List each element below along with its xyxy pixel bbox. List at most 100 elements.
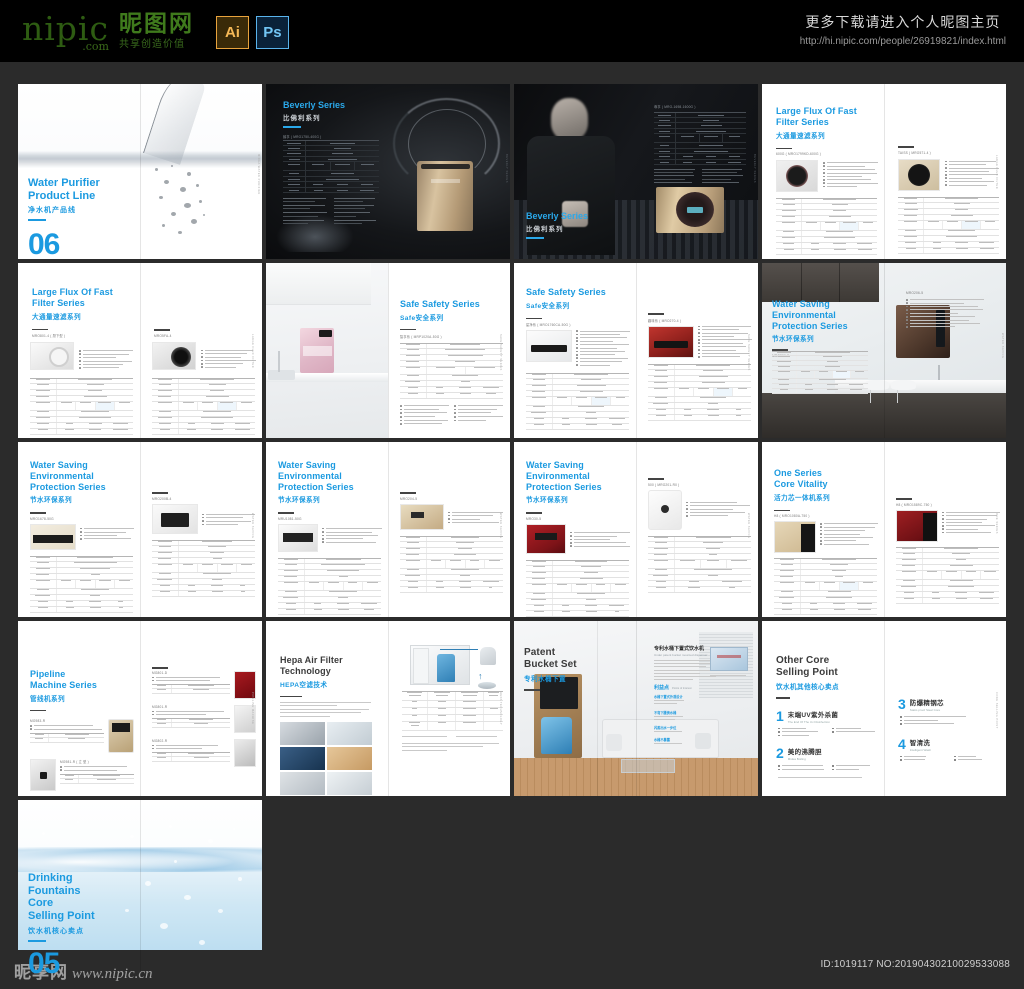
spread-large-flux-fast-filter-b[interactable]: Large Flux Of Fast Filter Series 大通量速滤系列… [18, 263, 262, 438]
model-label: MRO801-4 ( 厨下型 ) [32, 334, 66, 339]
illustrator-icon[interactable]: Ai [215, 16, 249, 50]
spread-beverly-series[interactable]: Beverly Series 比佛利系列 臻享 ( MRO1750-400G ) [266, 84, 510, 259]
spread-water-purifier-cover[interactable]: Water Purifier Product Line 净水机产品线 06 MI… [18, 84, 262, 259]
product-image [898, 158, 940, 191]
spread-pipeline-machine[interactable]: Pipeline Machine Series 管线机系列 MG983-R MG… [18, 621, 262, 796]
nipic-logo[interactable]: nipic .com [22, 12, 109, 52]
product-block [30, 342, 134, 371]
model-label: H8 ( MRO1080A-750 ) [774, 514, 810, 519]
model-label: 臻享 ( MRO1750-400G ) [283, 135, 322, 140]
site-footer: 昵享网 www.nipic.cn ID:1019117 NO:201904302… [0, 950, 1024, 989]
spread-title-cn: 比佛利系列 [283, 115, 321, 123]
spread-title-en-1: Large Flux Of Fast [776, 106, 857, 116]
point-number: 1 [776, 707, 784, 724]
page-gutter [388, 442, 389, 617]
product-image [30, 759, 56, 792]
title-block: Patent Bucket Set 专利水桶下置 [524, 647, 577, 691]
feature-list [201, 342, 256, 370]
spread-title-en: Beverly Series [283, 100, 346, 110]
feature-list [945, 159, 1000, 191]
cover-section-number: 05 [28, 946, 60, 975]
point-title-en: The End Of The Uv Disinfection [787, 719, 830, 724]
comparison-table [402, 691, 504, 731]
spread-title-cn: 饮水机其他核心卖点 [776, 684, 839, 691]
spread-large-flux-fast-filter-a[interactable]: Large Flux Of Fast Filter Series 大通量速滤系列… [762, 84, 1006, 259]
point-number: 4 [898, 735, 906, 752]
spread-water-saving-b[interactable]: Water Saving Environmental Protection Se… [266, 442, 510, 617]
model-label: MG983-R [30, 719, 46, 724]
product-block-2: MG981-R ( 立 型 ) [30, 759, 134, 792]
title-rule [30, 512, 46, 514]
selling-point-2-details [778, 765, 878, 771]
page-right: MRO200B-4 WATER SAVING [140, 442, 262, 617]
spread-other-core-selling-point[interactable]: Other Core Selling Point 饮水机其他核心卖点 1 末端U… [762, 621, 1006, 796]
spread-title-cn: 活力芯一体机系列 [774, 494, 830, 502]
product-image [648, 325, 694, 358]
page-right: 500 ( MRO201-R0 ) WATER SAVING [636, 442, 758, 617]
spread-patent-bucket-set[interactable]: Patent Bucket Set 专利水桶下置 专利水桶下置式饮水机 Unde… [514, 621, 758, 796]
promo-text: 更多下载请进入个人昵图主页 [805, 14, 1001, 31]
spec-table [400, 343, 504, 400]
selling-point-3: 3 防爆精钢芯 Static-proof Steel Core [898, 697, 1000, 712]
title-rule [283, 126, 301, 129]
spread-row-3: Water Saving Environmental Protection Se… [18, 442, 1008, 617]
promo-link[interactable]: http://hi.nipic.com/people/26919821/inde… [800, 35, 1006, 49]
spread-title-en-2: Machine Series [30, 679, 97, 690]
page-left: Other Core Selling Point 饮水机其他核心卖点 1 末端U… [762, 621, 884, 796]
side-imprint: HEPA TECHNOLOGY [499, 692, 502, 726]
selling-point-1-details [778, 727, 878, 737]
page-right: Safe Safety Series Safe安全系列 智享系 ( MRP102… [388, 263, 510, 438]
product-image [152, 341, 196, 370]
side-imprint: WATER SAVING [499, 513, 502, 539]
spec-table [776, 198, 878, 256]
software-badges: Ai Ps [215, 16, 289, 52]
model-label: H8 ( MRO1589C-750 ) [896, 502, 932, 507]
side-imprint: BEVERLY SERIES [505, 154, 508, 183]
product-image [896, 509, 938, 542]
spread-hepa-air-filter[interactable]: Hepa Air Filter Technology HEPA空滤技术 ↑ HE… [266, 621, 510, 796]
spread-water-saving-kitchen[interactable]: Water Saving Environmental Protection Se… [762, 263, 1006, 438]
title-block: Water Saving Environmental Protection Se… [30, 460, 134, 521]
spread-title-cn: 大通量速滤系列 [32, 313, 81, 321]
model-label: 尊享 ( MRO-1698-1600G ) [654, 105, 696, 109]
product-image [776, 160, 818, 193]
point-number: 2 [776, 745, 784, 762]
product-image [417, 161, 474, 231]
title-block: One Series Core Vitality 活力芯一体机系列 H8 ( M… [774, 468, 878, 518]
selling-point-4-details [900, 755, 1000, 761]
page-right: ↑ HEPA TECHNOLOGY [388, 621, 510, 796]
cover-title-line-4: Selling Point [28, 909, 95, 922]
spread-safe-safety-kitchen[interactable]: Safe Safety Series Safe安全系列 智享系 ( MRP102… [266, 263, 510, 438]
title-rule [400, 328, 416, 331]
spread-title-cn: 节水环保系列 [30, 497, 72, 505]
title-block: Safe Safety Series Safe安全系列 星净系 ( MRO176… [526, 287, 630, 327]
spec-table [30, 378, 134, 436]
page-gutter [636, 263, 637, 438]
title-rule [30, 709, 46, 712]
selling-point-3-details [900, 716, 1000, 725]
spread-one-series-core-vitality[interactable]: One Series Core Vitality 活力芯一体机系列 H8 ( M… [762, 442, 1006, 617]
spread-drinking-fountains-cover[interactable]: Drinking Fountains Core Selling Point 饮水… [18, 800, 262, 975]
photoshop-icon[interactable]: Ps [255, 16, 289, 50]
feature-list [448, 504, 504, 530]
side-imprint: LARGE FLUX FILTER [995, 155, 998, 190]
product-image [400, 503, 444, 530]
page-left: Large Flux Of Fast Filter Series 大通量速滤系列… [762, 84, 884, 259]
title-rule [152, 667, 168, 669]
asset-id-label: ID:1019117 NO:20190430210029533088 [820, 959, 1010, 970]
spread-beverly-portrait[interactable]: Beverly Series 比佛利系列 尊享 ( MRO-1698-1600G… [514, 84, 758, 259]
spread-title-en: Beverly Series [526, 210, 589, 221]
spread-title-cn: Safe安全系列 [526, 302, 570, 310]
promo-block[interactable]: 更多下载请进入个人昵图主页 http://hi.nipic.com/people… [800, 13, 1024, 48]
brand-chinese-name: 昵图网 [118, 9, 194, 36]
beverly-title-block: Beverly Series 比佛利系列 [526, 211, 588, 239]
feature-list [79, 342, 134, 370]
product-block-3: MG801-D [152, 670, 256, 699]
spread-water-saving-a[interactable]: Water Saving Environmental Protection Se… [18, 442, 262, 617]
title-rule [896, 498, 912, 500]
cover-title-line-1: Water Purifier [28, 177, 100, 189]
title-rule [152, 492, 168, 494]
spread-water-saving-c[interactable]: Water Saving Environmental Protection Se… [514, 442, 758, 617]
spread-safe-safety-spec[interactable]: Safe Safety Series Safe安全系列 星净系 ( MRO176… [514, 263, 758, 438]
product-image [526, 330, 572, 363]
